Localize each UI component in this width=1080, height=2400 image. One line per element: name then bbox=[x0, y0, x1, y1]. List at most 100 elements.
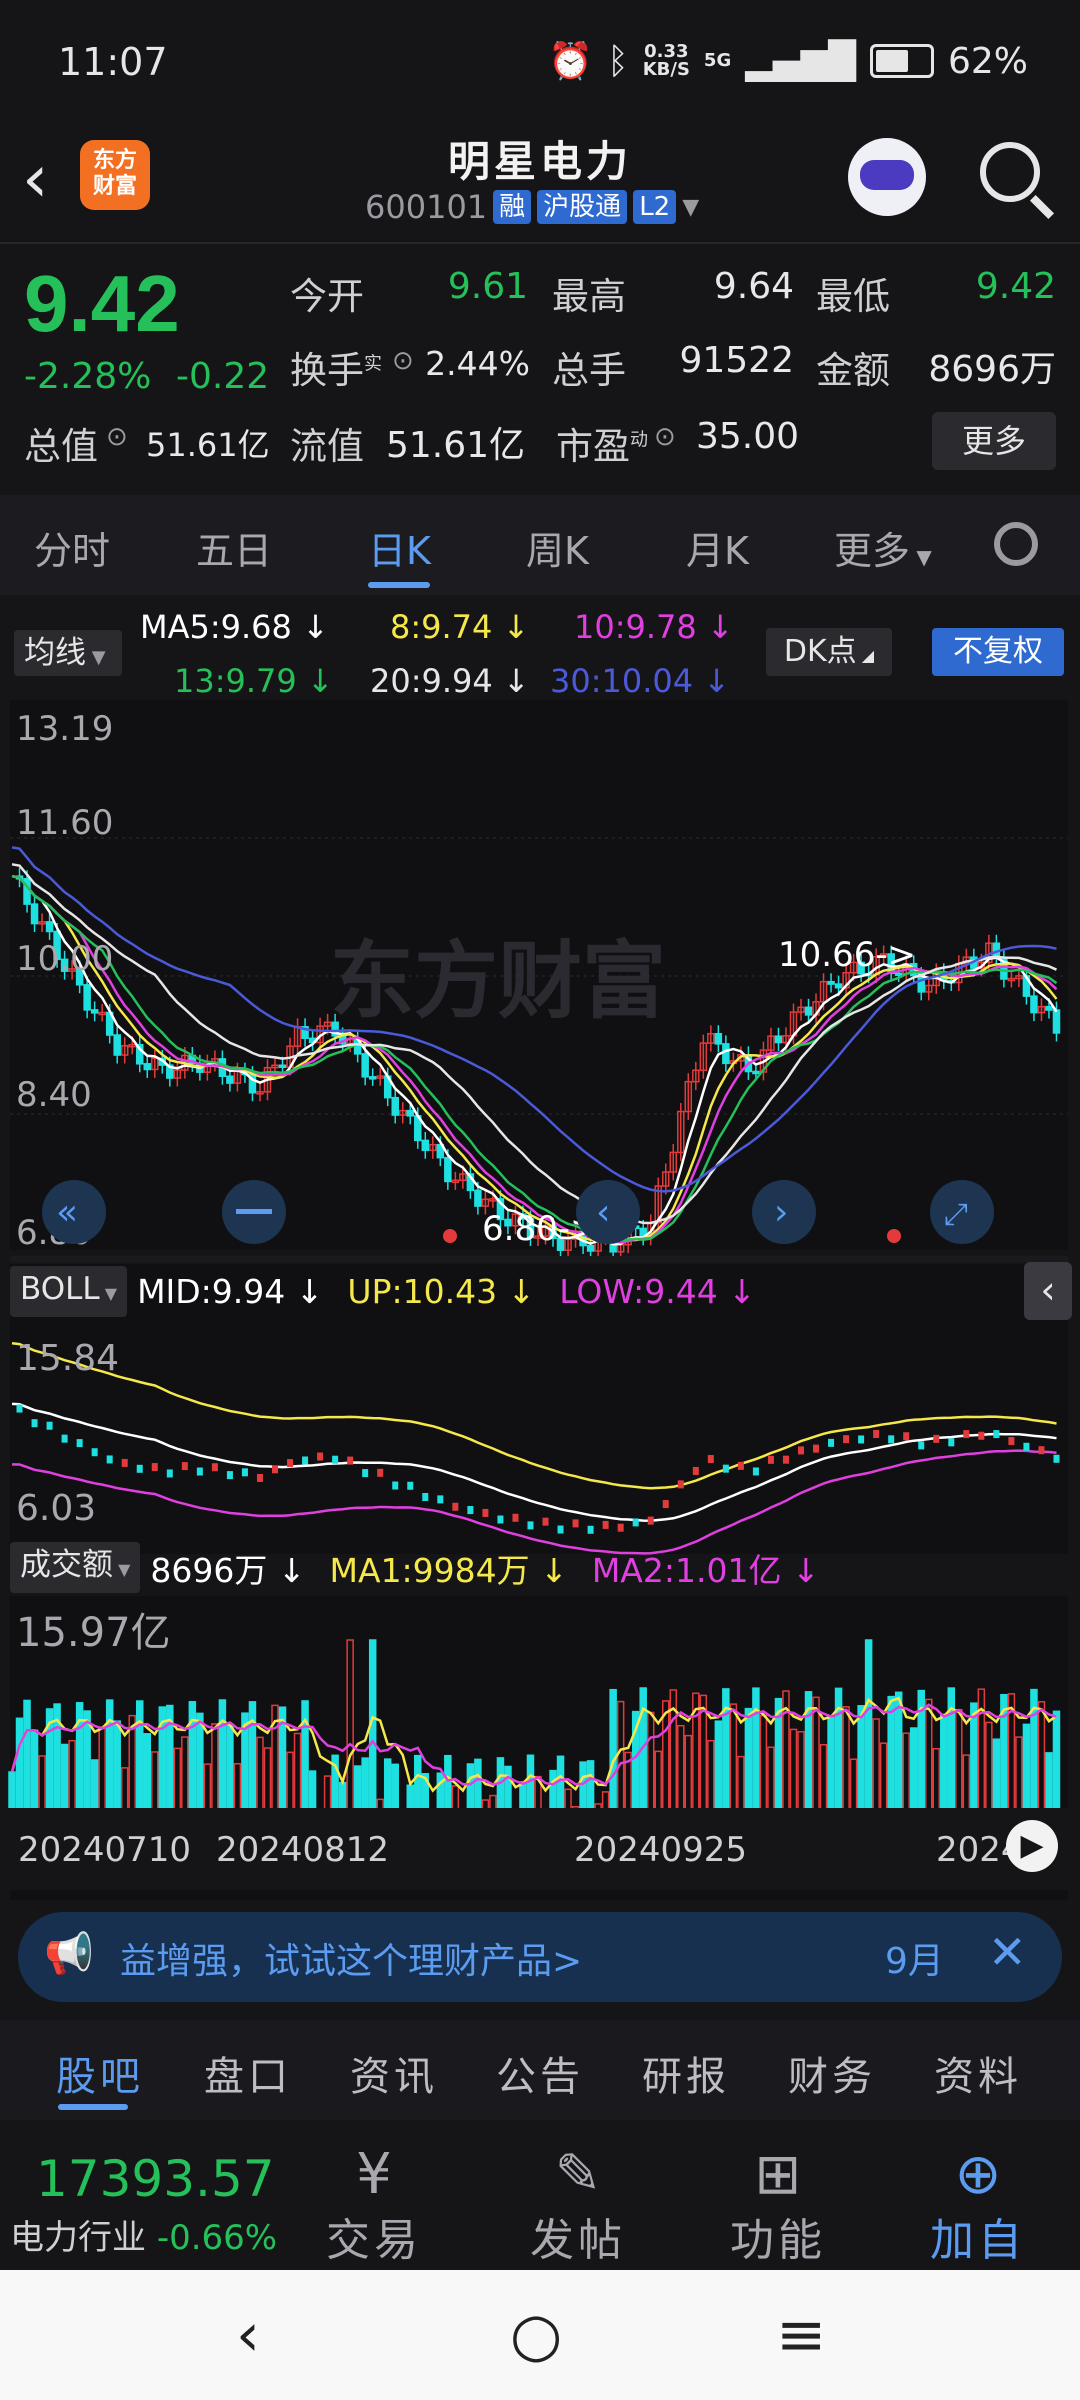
edit-icon: ✎ bbox=[554, 2142, 602, 2207]
boll-candle bbox=[572, 1519, 579, 1528]
boll-candle bbox=[1053, 1454, 1060, 1463]
volume-value: 91522 bbox=[679, 340, 794, 381]
boll-candle bbox=[873, 1429, 880, 1438]
search-icon[interactable] bbox=[980, 142, 1040, 202]
post-button[interactable]: ✎ 发帖 bbox=[508, 2142, 648, 2268]
ma30-label: 30:10.04 ↓ bbox=[550, 662, 731, 700]
play-icon[interactable]: ▶ bbox=[1006, 1820, 1058, 1872]
tab-five-day[interactable]: 五日 bbox=[196, 520, 272, 575]
boll-candle bbox=[843, 1435, 850, 1444]
info-icon[interactable]: ⊙ bbox=[654, 422, 676, 452]
candle bbox=[917, 974, 925, 993]
active-tab-indicator bbox=[58, 2104, 128, 2110]
boll-candle bbox=[482, 1508, 489, 1517]
float-value-label: 流值 bbox=[290, 425, 364, 468]
tab-monthly-k[interactable]: 月K bbox=[686, 520, 749, 575]
net-speed: 0.33 KB/S bbox=[642, 41, 690, 80]
boll-candle bbox=[362, 1469, 369, 1478]
boll-candle bbox=[377, 1468, 384, 1477]
boll-candle bbox=[452, 1502, 459, 1511]
tab-profile[interactable]: 资料 bbox=[934, 2044, 1022, 2102]
boll-candle bbox=[196, 1467, 203, 1476]
pe-label: 市盈动 bbox=[556, 425, 648, 468]
candle bbox=[752, 1070, 760, 1075]
network-type: 5G bbox=[703, 50, 732, 71]
boll-candle bbox=[933, 1434, 940, 1443]
total-value-label: 总值 bbox=[24, 425, 98, 468]
turnover-label: 换手实 bbox=[290, 349, 382, 392]
watermark: 东方财富 bbox=[330, 932, 666, 1030]
trade-button[interactable]: ¥ 交易 bbox=[304, 2142, 444, 2268]
bluetooth-icon: ᛒ bbox=[607, 40, 629, 82]
boll-candle bbox=[617, 1523, 624, 1532]
stock-code-row: 600101 融 沪股通 L2 ▼ bbox=[365, 188, 699, 226]
boll-candle bbox=[858, 1435, 865, 1444]
tab-more[interactable]: 更多 ▼ bbox=[834, 520, 932, 575]
pe-value: 35.00 bbox=[696, 416, 800, 457]
tab-announcements[interactable]: 公告 bbox=[496, 2044, 584, 2102]
nav-back-icon[interactable]: ‹ bbox=[236, 2300, 260, 2370]
double-left-icon[interactable]: « bbox=[56, 1192, 78, 1233]
boll-candle bbox=[226, 1471, 233, 1480]
candle bbox=[391, 1096, 399, 1116]
collapse-panel-button[interactable]: ‹ bbox=[1024, 1262, 1072, 1320]
nav-menu-icon[interactable]: ≡ bbox=[776, 2300, 826, 2370]
assistant-robot-icon[interactable] bbox=[848, 138, 926, 216]
tab-finance[interactable]: 财务 bbox=[788, 2044, 876, 2102]
volume-selector-button[interactable]: 成交额 ▼ bbox=[10, 1542, 141, 1593]
tab-news[interactable]: 资讯 bbox=[350, 2044, 438, 2102]
tab-research[interactable]: 研报 bbox=[642, 2044, 730, 2102]
tab-weekly-k[interactable]: 周K bbox=[526, 520, 589, 575]
dropdown-icon[interactable]: ▼ bbox=[682, 195, 699, 220]
candle bbox=[83, 984, 91, 1011]
boll-candle bbox=[1023, 1442, 1030, 1451]
promo-date: 9月 bbox=[885, 1941, 944, 1982]
status-icons: ⏰ ᛒ 0.33 KB/S 5G ▂▄▆█ 62% bbox=[548, 40, 1028, 83]
adjust-button[interactable]: 不复权 bbox=[932, 628, 1064, 676]
sector-index-value[interactable]: 17393.57 bbox=[36, 2150, 275, 2208]
close-icon[interactable]: ✕ bbox=[988, 1925, 1027, 1979]
candle bbox=[1030, 995, 1038, 1014]
functions-button[interactable]: ⊞ 功能 bbox=[708, 2142, 848, 2268]
high-marker: 10.66-> bbox=[778, 935, 916, 975]
candle bbox=[714, 1032, 723, 1045]
volume-header: 成交额 ▼ 8696万 ↓ MA1:9984万 ↓ MA2:1.01亿 ↓ bbox=[10, 1542, 820, 1593]
boll-candle bbox=[647, 1516, 654, 1525]
boll-candle bbox=[16, 1404, 23, 1413]
chevron-left-icon[interactable]: ‹ bbox=[596, 1192, 610, 1233]
sector-index-row[interactable]: 电力行业 -0.66% bbox=[10, 2210, 277, 2259]
promo-text[interactable]: 益增强，试试这个理财产品> bbox=[120, 1932, 582, 1984]
boll-candle bbox=[347, 1456, 354, 1465]
tab-daily-k[interactable]: 日K bbox=[368, 520, 431, 575]
minus-icon[interactable] bbox=[236, 1209, 272, 1214]
tab-intraday[interactable]: 分时 bbox=[34, 520, 110, 575]
boll-up: UP:10.43 ↓ bbox=[347, 1272, 536, 1311]
expand-icon[interactable]: ⤢ bbox=[944, 1197, 968, 1232]
info-icon[interactable]: ⊙ bbox=[392, 346, 414, 376]
candle bbox=[143, 1063, 152, 1071]
boll-candle bbox=[151, 1463, 158, 1472]
boll-candle bbox=[722, 1464, 729, 1473]
boll-candle bbox=[557, 1525, 564, 1534]
more-quote-button[interactable]: 更多 bbox=[932, 412, 1056, 470]
candle bbox=[361, 1053, 369, 1078]
boll-candle bbox=[31, 1419, 38, 1428]
dk-point-button[interactable]: DK点 ◢ bbox=[766, 628, 892, 676]
info-icon[interactable]: ⊙ bbox=[106, 422, 128, 452]
boll-candle bbox=[332, 1455, 339, 1464]
ma-selector-button[interactable]: 均线 ▼ bbox=[14, 630, 122, 676]
candle bbox=[421, 1139, 430, 1152]
megaphone-icon: 📢 bbox=[44, 1931, 94, 1977]
amount-value: 8696万 bbox=[928, 349, 1056, 390]
boll-candle bbox=[287, 1459, 294, 1468]
ma5-label: MA5:9.68 ↓ bbox=[140, 608, 329, 646]
total-value: 51.61亿 bbox=[146, 426, 270, 464]
chevron-right-icon[interactable]: › bbox=[774, 1192, 788, 1233]
nav-home-icon[interactable]: ○ bbox=[510, 2300, 562, 2370]
gear-icon[interactable] bbox=[994, 522, 1038, 566]
boll-selector-button[interactable]: BOLL ▼ bbox=[10, 1266, 128, 1317]
open-label: 今开 bbox=[290, 275, 364, 318]
boll-candle bbox=[136, 1464, 143, 1473]
tab-orderbook[interactable]: 盘口 bbox=[204, 2044, 292, 2102]
tab-forum[interactable]: 股吧 bbox=[56, 2044, 144, 2102]
